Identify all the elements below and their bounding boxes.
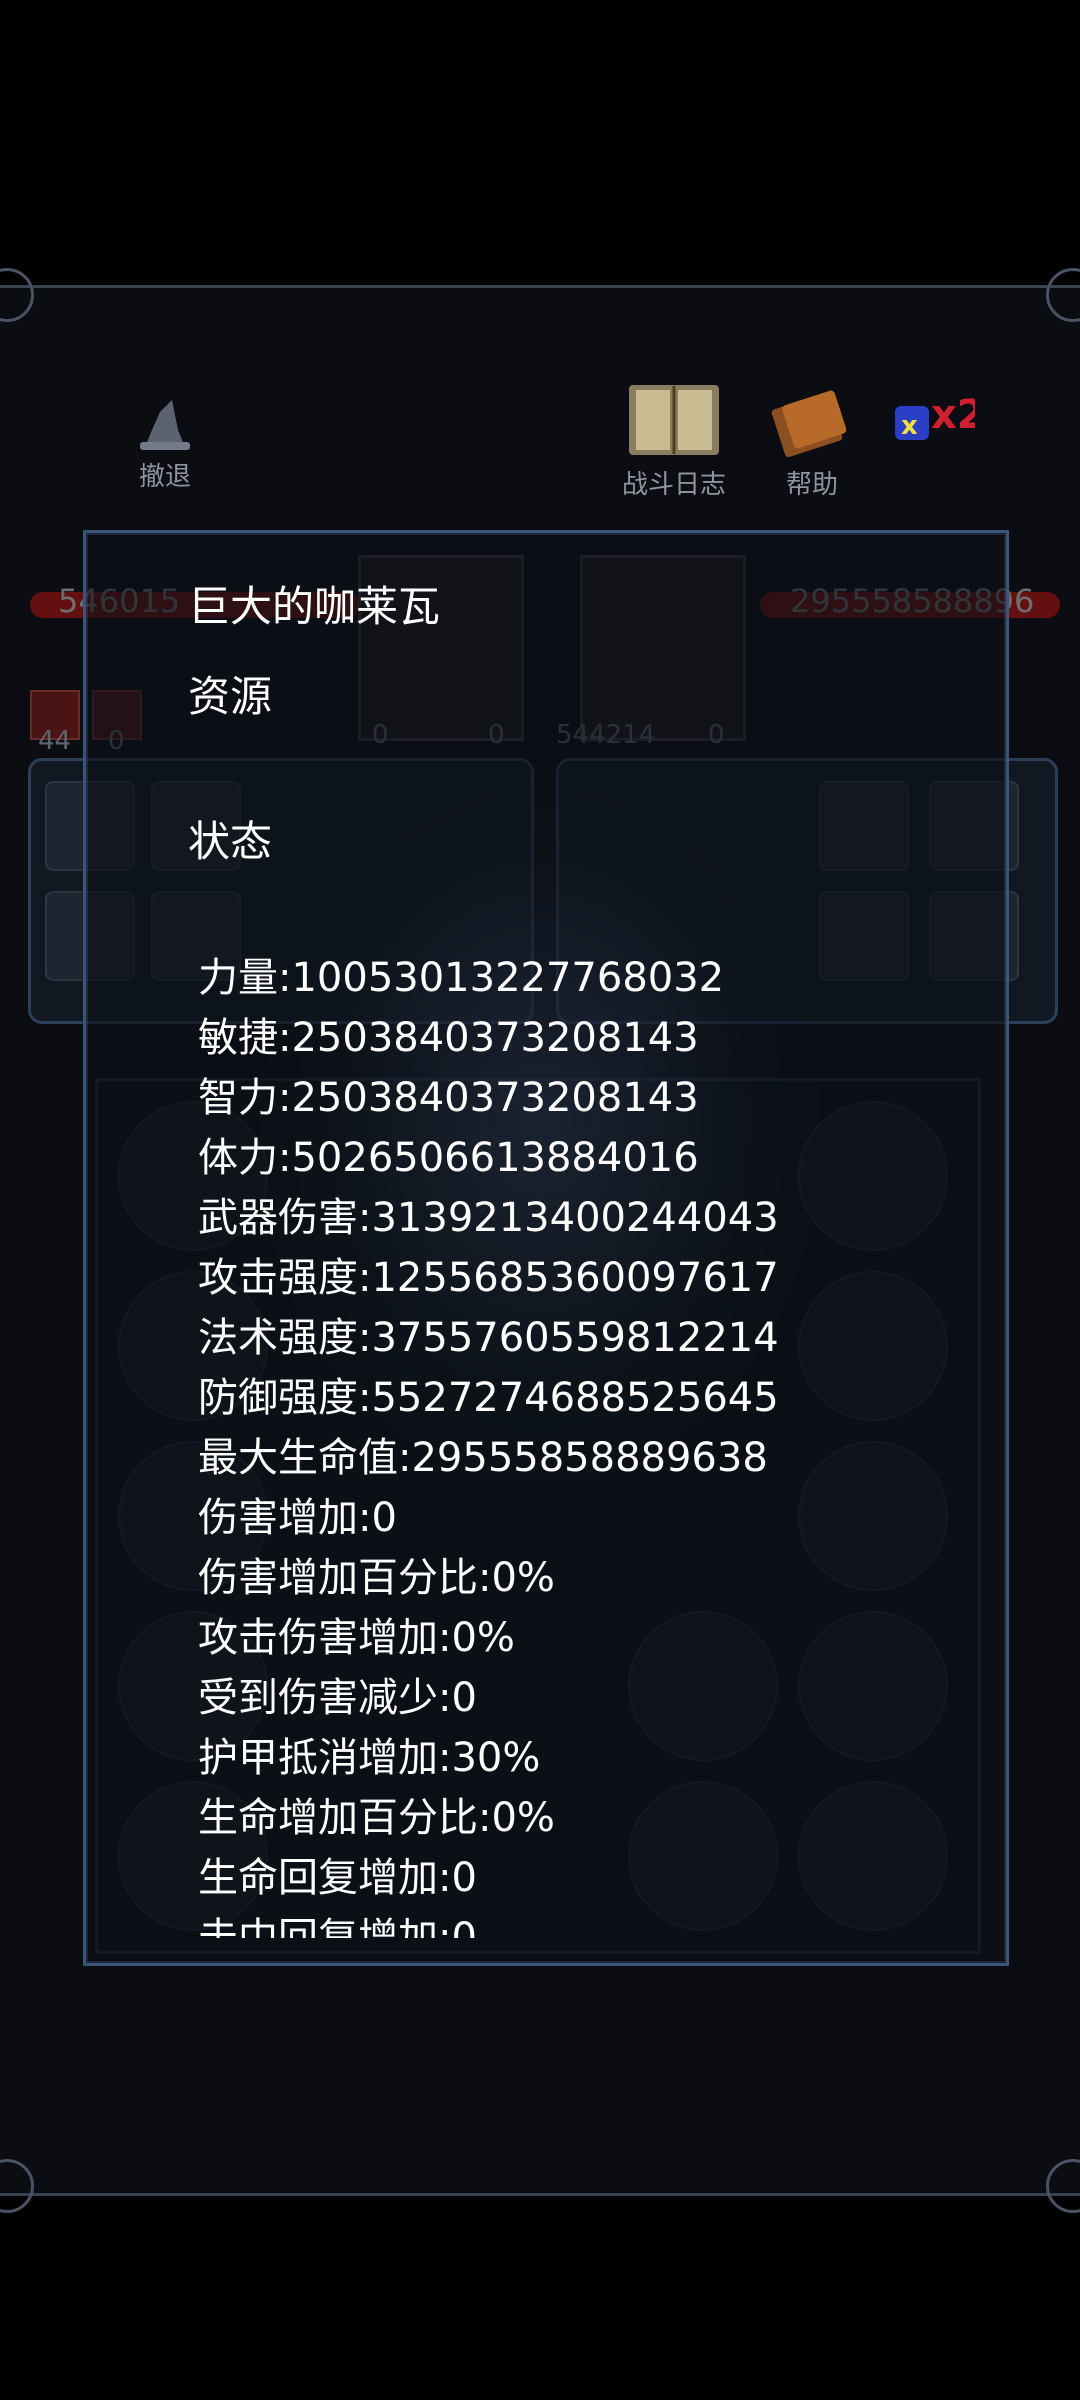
stat-label: 生命回复增加: [198, 1855, 438, 1901]
stat-value: 0: [451, 1675, 477, 1721]
frame-corner-ornament: [0, 268, 34, 322]
stat-separator: :: [438, 1735, 452, 1781]
stat-row: 力量:10053013227768032: [198, 948, 978, 1008]
frame-corner-ornament: [1046, 268, 1080, 322]
stat-row: 最大生命值:29555858889638: [198, 1428, 978, 1488]
stat-label: 伤害增加百分比: [198, 1555, 478, 1601]
stat-row: 智力:2503840373208143: [198, 1068, 978, 1128]
stat-label: 法术强度: [198, 1315, 358, 1361]
stat-value: 1255685360097617: [371, 1255, 779, 1301]
stat-label: 力量: [198, 955, 278, 1001]
stat-separator: :: [438, 1855, 452, 1901]
stat-separator: :: [358, 1495, 372, 1541]
unit-status-modal: 巨大的咖莱瓦 资源 状态 力量:10053013227768032 敏捷:2503…: [83, 530, 1009, 1966]
retreat-button[interactable]: 撤退: [120, 392, 210, 493]
help-label: 帮助: [785, 470, 838, 500]
speed-x2-icon: x x2: [895, 392, 975, 441]
stat-value: 3755760559812214: [371, 1315, 779, 1361]
stat-value: 0%: [491, 1795, 555, 1841]
stat-row: 护甲抵消增加:30%: [198, 1728, 978, 1788]
stat-label: 伤害增加: [198, 1495, 358, 1541]
status-heading: 状态: [188, 817, 273, 866]
stat-value: 30%: [451, 1735, 541, 1781]
stat-separator: :: [478, 1795, 492, 1841]
stat-value: 0%: [491, 1555, 555, 1601]
resources-heading: 资源: [188, 672, 273, 721]
stat-row: 伤害增加:0: [198, 1488, 978, 1548]
stat-row: 防御强度:5527274688525645: [198, 1368, 978, 1428]
stat-row: 伤害增加百分比:0%: [198, 1548, 978, 1608]
stat-label: 受到伤害减少: [198, 1675, 438, 1721]
frame-corner-ornament: [1046, 2159, 1080, 2213]
stat-row: 攻击伤害增加:0%: [198, 1608, 978, 1668]
stat-label: 击中回复增加: [198, 1915, 438, 1938]
stat-row: 生命回复增加:0: [198, 1848, 978, 1908]
stat-label: 最大生命值: [198, 1435, 398, 1481]
stat-label: 防御强度: [198, 1375, 358, 1421]
stat-row: 法术强度:3755760559812214: [198, 1308, 978, 1368]
left-counter-a: 44: [38, 726, 72, 756]
book-icon: [629, 385, 719, 455]
stat-value: 0%: [451, 1615, 515, 1661]
speed-x-glyph: x: [901, 411, 918, 441]
stat-value: 0: [451, 1915, 477, 1938]
stat-separator: :: [278, 955, 292, 1001]
stat-separator: :: [358, 1195, 372, 1241]
stat-row: 武器伤害:3139213400244043: [198, 1188, 978, 1248]
retreat-label: 撤退: [138, 462, 191, 492]
stat-label: 生命增加百分比: [198, 1795, 478, 1841]
stat-label: 攻击强度: [198, 1255, 358, 1301]
frame-corner-ornament: [0, 2159, 34, 2213]
stat-label: 敏捷: [198, 1015, 278, 1061]
speed-value-text: x2: [931, 392, 975, 438]
stat-value: 2503840373208143: [291, 1075, 699, 1121]
unit-name: 巨大的咖莱瓦: [188, 582, 441, 631]
stat-separator: :: [278, 1135, 292, 1181]
help-book-icon: [771, 390, 847, 458]
wizard-hat-icon: [140, 400, 190, 450]
help-button[interactable]: 帮助: [762, 385, 862, 501]
stat-separator: :: [438, 1615, 452, 1661]
stat-value: 5026506613884016: [291, 1135, 699, 1181]
stat-separator: :: [438, 1915, 452, 1938]
stat-separator: :: [398, 1435, 412, 1481]
stat-label: 护甲抵消增加: [198, 1735, 438, 1781]
battle-log-button[interactable]: 战斗日志: [612, 380, 736, 501]
stat-row: 受到伤害减少:0: [198, 1668, 978, 1728]
stat-separator: :: [438, 1675, 452, 1721]
stat-separator: :: [358, 1255, 372, 1301]
stat-value: 2503840373208143: [291, 1015, 699, 1061]
stat-value: 5527274688525645: [371, 1375, 779, 1421]
stat-value: 10053013227768032: [291, 955, 725, 1001]
stat-value: 0: [371, 1495, 397, 1541]
stat-row: 生命增加百分比:0%: [198, 1788, 978, 1848]
speed-toggle-button[interactable]: x x2: [888, 388, 978, 456]
stat-separator: :: [358, 1315, 372, 1361]
stat-separator: :: [278, 1075, 292, 1121]
stat-label: 智力: [198, 1075, 278, 1121]
stat-row: 攻击强度:1255685360097617: [198, 1248, 978, 1308]
stat-separator: :: [358, 1375, 372, 1421]
stat-value: 0: [451, 1855, 477, 1901]
stat-value: 3139213400244043: [371, 1195, 779, 1241]
stats-list[interactable]: 力量:10053013227768032 敏捷:2503840373208143 智…: [198, 948, 978, 1938]
stat-label: 体力: [198, 1135, 278, 1181]
stat-label: 武器伤害: [198, 1195, 358, 1241]
stat-separator: :: [478, 1555, 492, 1601]
stat-row: 敏捷:2503840373208143: [198, 1008, 978, 1068]
stat-separator: :: [278, 1015, 292, 1061]
battle-log-label: 战斗日志: [621, 470, 726, 500]
stat-row: 击中回复增加:0: [198, 1908, 978, 1938]
stat-row: 体力:5026506613884016: [198, 1128, 978, 1188]
stat-label: 攻击伤害增加: [198, 1615, 438, 1661]
stat-value: 29555858889638: [411, 1435, 768, 1481]
